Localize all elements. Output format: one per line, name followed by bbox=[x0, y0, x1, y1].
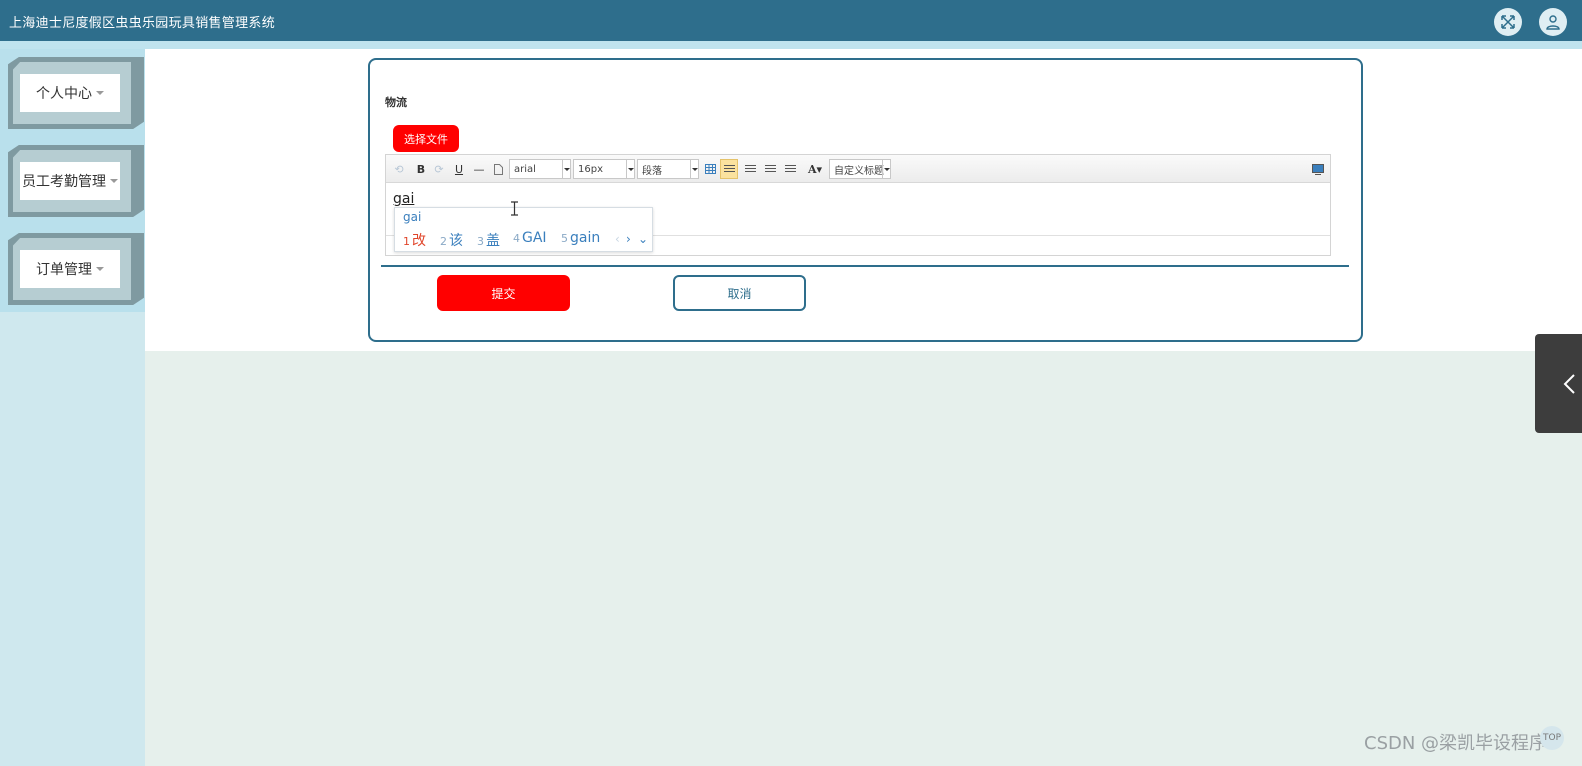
candidate-number: 2 bbox=[440, 235, 447, 248]
paragraph-select[interactable]: 段落 bbox=[637, 159, 699, 179]
ime-expand-icon[interactable]: ⌄ bbox=[638, 232, 648, 246]
page-icon[interactable] bbox=[492, 160, 504, 178]
bold-icon[interactable]: B bbox=[414, 160, 428, 178]
font-color-icon[interactable]: A▾ bbox=[803, 160, 827, 178]
ime-candidate[interactable]: 4 GAI bbox=[513, 230, 547, 246]
submit-button[interactable]: 提交 bbox=[437, 275, 570, 311]
text-cursor-icon bbox=[511, 201, 518, 216]
cancel-button[interactable]: 取消 bbox=[673, 275, 806, 311]
ime-next-icon[interactable]: › bbox=[626, 232, 631, 246]
user-icon bbox=[1546, 15, 1560, 30]
candidate-text: gain bbox=[570, 230, 601, 246]
dropdown-arrow-icon bbox=[562, 160, 570, 178]
sidebar-item-personal-center[interactable]: 个人中心 bbox=[0, 49, 145, 129]
choose-file-button[interactable]: 选择文件 bbox=[393, 125, 459, 152]
candidate-number: 1 bbox=[403, 235, 410, 248]
caret-down-icon bbox=[110, 179, 118, 183]
font-size-select[interactable]: 16px bbox=[573, 159, 635, 179]
candidate-text: 该 bbox=[449, 233, 463, 249]
header-underbar bbox=[0, 41, 1582, 49]
ime-candidate[interactable]: 3盖 bbox=[477, 230, 500, 250]
candidate-number: 3 bbox=[477, 235, 484, 248]
caret-down-icon bbox=[96, 91, 104, 95]
top-header: 上海迪士尼度假区虫虫乐园玩具销售管理系统 bbox=[0, 0, 1582, 41]
dropdown-arrow-icon bbox=[690, 160, 698, 178]
menu-card[interactable]: 个人中心 bbox=[20, 74, 120, 112]
editor-content[interactable]: gai bbox=[393, 191, 414, 207]
menu-card[interactable]: 员工考勤管理 bbox=[20, 162, 120, 200]
sidebar-item-label: 员工考勤管理 bbox=[22, 174, 106, 190]
redo-icon[interactable]: ⟳ bbox=[432, 160, 446, 178]
candidate-number: 5 bbox=[561, 232, 568, 245]
field-label-logistics: 物流 bbox=[385, 96, 407, 109]
sidebar-item-orders[interactable]: 订单管理 bbox=[0, 225, 145, 305]
candidate-text: 盖 bbox=[486, 233, 500, 249]
ime-candidate[interactable]: 1改 bbox=[403, 230, 426, 250]
candidate-text: GAI bbox=[522, 230, 547, 246]
table-icon[interactable] bbox=[703, 160, 717, 178]
editor-toolbar: ⟲ B ⟳ U — arial 16px 段落 A▾ 自定义标题 bbox=[386, 155, 1330, 183]
candidate-text: 改 bbox=[412, 233, 426, 249]
align-left-icon[interactable] bbox=[720, 159, 738, 179]
expand-icon bbox=[1501, 15, 1515, 29]
custom-title-select[interactable]: 自定义标题 bbox=[829, 159, 891, 179]
form-divider bbox=[381, 265, 1349, 267]
watermark: CSDN @梁凯毕设程序 bbox=[1364, 733, 1548, 754]
top-label: TOP bbox=[1542, 733, 1561, 743]
horizontal-rule-icon[interactable]: — bbox=[472, 160, 486, 178]
chevron-left-icon bbox=[1563, 373, 1575, 394]
align-justify-icon[interactable] bbox=[783, 160, 797, 178]
back-to-top-button[interactable]: TOP bbox=[1540, 726, 1564, 750]
undo-icon[interactable]: ⟲ bbox=[392, 160, 406, 178]
side-collapse-tab[interactable] bbox=[1535, 334, 1582, 433]
font-family-select[interactable]: arial bbox=[509, 159, 571, 179]
app-title: 上海迪士尼度假区虫虫乐园玩具销售管理系统 bbox=[9, 16, 276, 31]
font-family-value: arial bbox=[514, 163, 536, 175]
paragraph-value: 段落 bbox=[642, 165, 662, 177]
underline-icon[interactable]: U bbox=[452, 160, 466, 178]
sidebar-item-label: 个人中心 bbox=[36, 86, 92, 102]
dropdown-arrow-icon bbox=[882, 160, 890, 178]
preview-icon[interactable] bbox=[1311, 160, 1325, 178]
user-button[interactable] bbox=[1539, 8, 1567, 36]
font-size-value: 16px bbox=[578, 163, 603, 175]
custom-title-value: 自定义标题 bbox=[834, 165, 884, 177]
menu-card[interactable]: 订单管理 bbox=[20, 250, 120, 288]
align-center-icon[interactable] bbox=[763, 160, 777, 178]
align-right-icon[interactable] bbox=[743, 160, 757, 178]
caret-down-icon bbox=[96, 267, 104, 271]
dropdown-arrow-icon bbox=[626, 160, 634, 178]
ime-pinyin: gai bbox=[403, 210, 422, 224]
sidebar-item-label: 订单管理 bbox=[36, 262, 92, 278]
candidate-number: 4 bbox=[513, 232, 520, 245]
sidebar: 个人中心 员工考勤管理 订单管理 bbox=[0, 49, 145, 766]
ime-candidate[interactable]: 5 gain bbox=[561, 230, 600, 246]
ime-candidate[interactable]: 2该 bbox=[440, 230, 463, 250]
sidebar-item-attendance[interactable]: 员工考勤管理 bbox=[0, 137, 145, 217]
sidebar-menu-area: 个人中心 员工考勤管理 订单管理 bbox=[0, 49, 145, 312]
fullscreen-button[interactable] bbox=[1494, 8, 1522, 36]
ime-candidate-popup: gai 1改 2该 3盖 4 GAI 5 gain ‹ › ⌄ bbox=[394, 207, 653, 252]
ime-prev-icon[interactable]: ‹ bbox=[615, 232, 620, 246]
